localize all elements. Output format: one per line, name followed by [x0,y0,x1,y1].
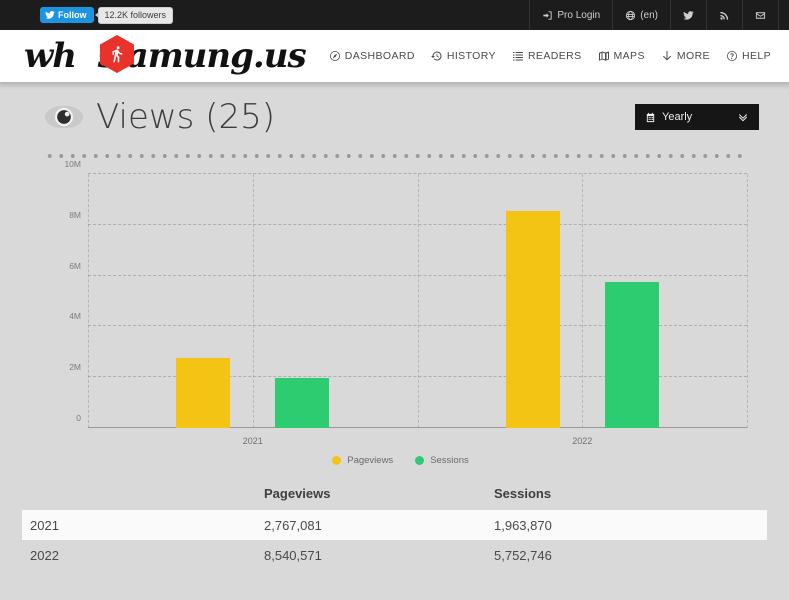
page-title: Views (25) [96,97,275,137]
twitter-icon [683,10,694,20]
table-cell-pageviews: 2,767,081 [264,517,322,533]
chart-vertical-gridline [417,174,419,428]
page-body: Views (25) Yearly 0 2M 4M 6M 8M 10M 2021… [0,82,789,600]
views-bar-chart: 0 2M 4M 6M 8M 10M 2021 2022 Pageviews Sessions [44,159,757,466]
arrow-down-icon [662,51,671,61]
chart-legend-item[interactable]: Pageviews [332,455,393,466]
table-header-row: Pageviews Sessions [22,476,767,510]
chevron-double-down-icon [738,114,748,122]
nav-label-history: HISTORY [446,50,496,62]
table-cell-year: 2021 [30,517,59,533]
page-title-row: Views (25) Yearly [22,82,767,152]
question-circle-icon [726,51,737,61]
chart-y-tick-label: 8M [69,209,81,220]
site-header: whos.amung.us DASHBOARD HISTORY [0,30,789,82]
language-label: (en) [640,9,658,21]
nav-item-dashboard[interactable]: DASHBOARD [329,50,415,62]
pro-login-link[interactable]: Pro Login [529,0,612,30]
chart-legend-swatch [415,456,425,465]
walking-person-icon [112,46,123,63]
history-clock-icon [430,51,442,61]
chart-legend: Pageviews Sessions [44,455,757,466]
chart-bar[interactable] [275,378,330,428]
twitter-follow-widget: Follow 12.2K followers [40,6,174,24]
map-icon [598,51,609,61]
chart-y-tick-label: 10M [64,159,81,169]
table-body: 2021 2,767,081 1,963,870 2022 8,540,571 5,752… [22,510,767,570]
chart-vertical-gridline [582,174,584,428]
logo-text: whos.amung.us [24,36,307,76]
page-title-group: Views (25) [44,100,275,134]
chart-legend-item[interactable]: Sessions [415,455,469,466]
rss-link[interactable] [706,0,742,30]
pro-login-label: Pro Login [557,9,601,21]
table-header-sessions: Sessions [494,485,552,501]
nav-label-help: HELP [741,50,771,62]
chart-vertical-gridline [88,174,89,428]
chart-y-tick-label: 6M [69,260,81,271]
table-cell-sessions: 1,963,870 [494,517,552,533]
chart-vertical-gridline [747,174,748,428]
dashboard-icon [329,51,340,61]
twitter-follow-button[interactable]: Follow [40,7,94,23]
table-row[interactable]: 2022 8,540,571 5,752,746 [22,540,767,570]
mail-link[interactable] [742,0,779,30]
nav-label-more: MORE [676,50,710,62]
content-area: Views (25) Yearly 0 2M 4M 6M 8M 10M 2021… [0,82,789,466]
nav-item-help[interactable]: HELP [726,50,771,62]
chart-bar[interactable] [505,211,560,428]
nav-item-history[interactable]: HISTORY [430,50,496,62]
twitter-follower-count[interactable]: 12.2K followers [94,6,174,24]
language-selector[interactable]: (en) [612,0,670,30]
table-row[interactable]: 2021 2,767,081 1,963,870 [22,510,767,540]
chart-x-tick-label: 2022 [572,436,593,446]
twitter-link[interactable] [670,0,706,30]
chart-legend-label: Sessions [430,455,469,466]
mail-icon [755,11,766,19]
globe-icon [626,10,636,20]
range-selector-label: Yearly [662,111,693,123]
chart-vertical-gridline [252,174,254,428]
range-selector-value-group: Yearly [645,111,692,123]
views-data-table: Pageviews Sessions 2021 2,767,081 1,963,87… [22,476,767,570]
nav-label-readers: READERS [527,50,582,62]
main-nav: DASHBOARD HISTORY READERS MAPS MORE HELP [329,50,771,62]
chart-y-tick-label: 4M [69,311,81,322]
chart-legend-label: Pageviews [347,455,394,466]
calendar-icon [646,112,655,122]
twitter-follow-label: Follow [58,9,87,20]
site-logo[interactable]: whos.amung.us [24,33,307,79]
table-cell-pageviews: 8,540,571 [264,547,322,563]
top-nav: Pro Login (en) [529,0,779,30]
nav-item-more[interactable]: MORE [661,50,710,62]
table-cell-sessions: 5,752,746 [494,547,552,563]
nav-item-maps[interactable]: MAPS [598,50,645,62]
table-cell-year: 2022 [30,547,59,563]
login-icon [543,10,553,20]
chart-y-tick-label: 0 [76,413,81,423]
top-utility-bar: Follow 12.2K followers Pro Login (en) [0,0,789,30]
chart-y-tick-label: 2M [69,362,81,373]
chart-bar[interactable] [176,357,231,428]
eye-icon [44,103,84,131]
rss-icon [720,11,729,20]
chart-legend-swatch [332,456,342,465]
chart-x-tick-label: 2021 [242,436,263,446]
chart-plot-area: 0 2M 4M 6M 8M 10M 2021 2022 [64,159,748,446]
twitter-bird-icon [45,11,55,19]
nav-label-maps: MAPS [613,50,645,62]
eye-glyph [44,105,84,129]
list-icon [512,52,523,61]
range-selector[interactable]: Yearly [635,104,759,130]
nav-item-readers[interactable]: READERS [512,50,582,62]
chart-bar[interactable] [604,281,659,428]
nav-label-dashboard: DASHBOARD [344,50,415,62]
dotted-divider [44,152,745,160]
table-header-pageviews: Pageviews [264,485,331,501]
